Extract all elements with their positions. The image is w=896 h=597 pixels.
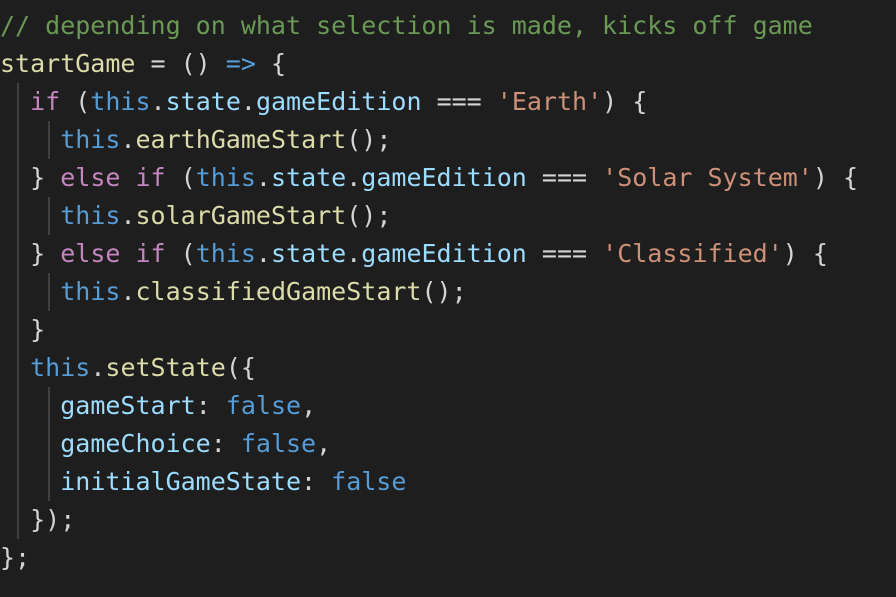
code-token-plain: : <box>210 429 241 458</box>
code-token-plain: } <box>0 239 61 268</box>
code-token-this: this <box>60 125 121 154</box>
code-token-plain: { <box>255 49 286 78</box>
code-token-variable: gameEdition <box>361 163 527 192</box>
code-token-function: setState <box>105 353 226 382</box>
code-line[interactable]: this.setState({ <box>0 349 256 387</box>
code-token-arrow: => <box>225 49 256 78</box>
code-line[interactable]: } else if (this.state.gameEdition === 'S… <box>0 159 858 197</box>
code-token-variable: gameEdition <box>255 87 422 116</box>
code-token-variable: initialGameState <box>60 467 302 496</box>
code-token-variable: gameEdition <box>361 239 527 268</box>
code-token-plain: }; <box>0 543 31 572</box>
code-token-keyword: if <box>30 87 61 116</box>
code-token-plain: . <box>120 277 136 306</box>
code-token-variable: gameStart <box>60 391 196 420</box>
code-token-plain: (); <box>346 125 392 154</box>
code-line[interactable]: gameStart: false, <box>0 387 316 425</box>
code-token-plain: === <box>526 239 603 268</box>
code-token-plain: . <box>150 87 166 116</box>
code-token-variable: state <box>165 87 241 116</box>
code-line[interactable]: } else if (this.state.gameEdition === 'C… <box>0 235 828 273</box>
code-token-keyword: else if <box>60 239 166 268</box>
code-token-plain: } <box>0 315 46 344</box>
code-token-plain: (); <box>346 201 392 230</box>
code-token-comment: // depending on what selection is made, … <box>0 11 813 40</box>
code-token-plain: ( <box>165 239 196 268</box>
code-token-string: 'Solar System' <box>602 163 813 192</box>
code-line[interactable]: initialGameState: false <box>0 463 406 501</box>
code-line[interactable]: this.solarGameStart(); <box>0 197 391 235</box>
code-token-plain: ) { <box>602 87 648 116</box>
code-token-keyword: else if <box>60 163 166 192</box>
code-token-plain: . <box>255 239 271 268</box>
code-token-plain: } <box>0 163 61 192</box>
code-token-plain: = <box>135 49 181 78</box>
code-token-this: this <box>90 87 151 116</box>
code-token-plain: === <box>526 163 603 192</box>
code-line[interactable]: }); <box>0 501 75 539</box>
code-token-plain: . <box>90 353 106 382</box>
code-editor[interactable]: // depending on what selection is made, … <box>0 0 896 597</box>
code-line[interactable]: gameChoice: false, <box>0 425 331 463</box>
code-token-this: this <box>60 277 121 306</box>
code-token-boolean: false <box>331 467 407 496</box>
code-line[interactable]: // depending on what selection is made, … <box>0 7 813 45</box>
code-token-variable: gameChoice <box>60 429 211 458</box>
code-token-this: this <box>195 163 256 192</box>
code-token-function: solarGameStart <box>135 201 347 230</box>
code-token-plain: . <box>346 163 362 192</box>
code-token-plain: . <box>346 239 362 268</box>
code-token-this: this <box>30 353 91 382</box>
code-token-plain: , <box>301 391 317 420</box>
code-token-plain: : <box>301 467 332 496</box>
code-token-function: earthGameStart <box>135 125 347 154</box>
code-token-this: this <box>60 201 121 230</box>
code-token-plain: . <box>120 201 136 230</box>
code-token-plain: ) { <box>812 163 859 192</box>
code-token-plain: . <box>240 87 256 116</box>
code-token-plain: ( <box>60 87 91 116</box>
code-line[interactable]: if (this.state.gameEdition === 'Earth') … <box>0 83 647 121</box>
code-token-plain: ) { <box>782 239 828 268</box>
code-token-plain: (); <box>421 277 467 306</box>
code-line[interactable]: } <box>0 311 45 349</box>
code-token-plain: ({ <box>225 353 256 382</box>
code-token-plain: === <box>421 87 497 116</box>
code-token-plain: () <box>180 49 226 78</box>
code-token-variable: state <box>270 239 347 268</box>
code-token-plain: }); <box>0 505 76 534</box>
code-token-boolean: false <box>240 429 317 458</box>
code-token-plain: : <box>195 391 226 420</box>
code-line[interactable]: this.earthGameStart(); <box>0 121 391 159</box>
code-token-plain: ( <box>165 163 196 192</box>
code-line[interactable]: startGame = () => { <box>0 45 286 83</box>
code-token-this: this <box>195 239 256 268</box>
code-line[interactable]: this.classifiedGameStart(); <box>0 273 467 311</box>
code-token-plain: . <box>255 163 271 192</box>
code-token-function: classifiedGameStart <box>135 277 422 306</box>
code-token-string: 'Earth' <box>496 87 603 116</box>
code-line[interactable]: }; <box>0 539 30 577</box>
code-token-variable: state <box>270 163 347 192</box>
code-token-function: startGame <box>0 49 136 78</box>
code-token-plain: , <box>316 429 332 458</box>
code-token-string: 'Classified' <box>602 239 783 268</box>
code-token-plain: . <box>120 125 136 154</box>
code-token-boolean: false <box>225 391 302 420</box>
